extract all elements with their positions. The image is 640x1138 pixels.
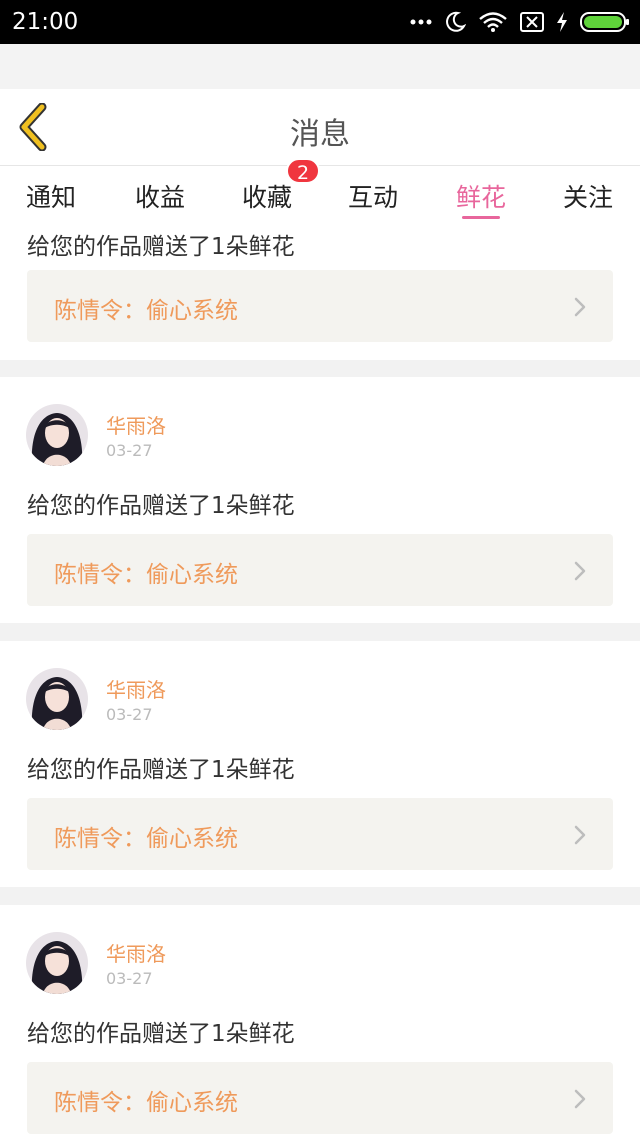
author-name[interactable]: 华雨洛: [106, 674, 166, 703]
chevron-right-icon: [573, 296, 587, 318]
work-title: 陈情令：偷心系统: [54, 298, 238, 324]
tab-earnings[interactable]: 收益: [135, 178, 185, 222]
tab-label: 收益: [135, 183, 186, 212]
message-card: 给您的作品赠送了1朵鲜花 陈情令：偷心系统: [0, 226, 640, 360]
status-icons: [410, 8, 630, 36]
work-link[interactable]: 陈情令：偷心系统: [27, 534, 613, 606]
author-name[interactable]: 华雨洛: [106, 410, 166, 439]
message-text: 给您的作品赠送了1朵鲜花: [27, 1021, 295, 1047]
tab-notifications[interactable]: 通知: [26, 178, 76, 222]
tab-label: 鲜花: [456, 183, 507, 212]
work-link[interactable]: 陈情令：偷心系统: [27, 1062, 613, 1134]
avatar[interactable]: [26, 932, 88, 994]
tab-favorites[interactable]: 收藏: [242, 178, 292, 222]
top-spacer: [0, 44, 640, 89]
message-date: 03-27: [106, 705, 153, 724]
message-date: 03-27: [106, 441, 153, 460]
message-card: 华雨洛 03-27 给您的作品赠送了1朵鲜花 陈情令：偷心系统: [0, 641, 640, 887]
message-card: 华雨洛 03-27 给您的作品赠送了1朵鲜花 陈情令：偷心系统: [0, 905, 640, 1138]
chevron-right-icon: [573, 560, 587, 582]
wifi-icon: [478, 11, 508, 33]
favorites-count-badge: 2: [286, 158, 320, 184]
tab-label: 互动: [348, 183, 399, 212]
work-link[interactable]: 陈情令：偷心系统: [27, 798, 613, 870]
message-text: 给您的作品赠送了1朵鲜花: [27, 757, 295, 783]
tab-following[interactable]: 关注: [563, 178, 613, 222]
no-sim-icon: [520, 12, 544, 32]
moon-icon: [444, 11, 466, 33]
status-time: 21:00: [12, 9, 79, 35]
tab-flowers[interactable]: 鲜花: [456, 178, 506, 222]
tab-label: 关注: [563, 183, 614, 212]
message-date: 03-27: [106, 969, 153, 988]
work-title: 陈情令：偷心系统: [54, 562, 238, 588]
charging-icon: [556, 11, 568, 33]
avatar[interactable]: [26, 668, 88, 730]
message-text: 给您的作品赠送了1朵鲜花: [27, 493, 295, 519]
message-card: 华雨洛 03-27 给您的作品赠送了1朵鲜花 陈情令：偷心系统: [0, 377, 640, 623]
tab-label: 收藏: [242, 183, 293, 212]
active-tab-indicator: [462, 216, 501, 219]
author-name[interactable]: 华雨洛: [106, 938, 166, 967]
chevron-right-icon: [573, 1088, 587, 1110]
battery-icon: [580, 11, 630, 33]
avatar[interactable]: [26, 404, 88, 466]
work-link[interactable]: 陈情令：偷心系统: [27, 270, 613, 342]
category-tabs: 通知 收益 收藏 互动 鲜花 关注: [0, 166, 640, 226]
chevron-right-icon: [573, 824, 587, 846]
page-title: 消息: [290, 117, 350, 152]
message-list[interactable]: 给您的作品赠送了1朵鲜花 陈情令：偷心系统 华雨洛 03-27 给您的作品赠送了…: [0, 226, 640, 1138]
work-title: 陈情令：偷心系统: [54, 826, 238, 852]
tab-label: 通知: [26, 183, 77, 212]
message-text: 给您的作品赠送了1朵鲜花: [27, 234, 295, 260]
status-bar: 21:00: [0, 0, 640, 44]
work-title: 陈情令：偷心系统: [54, 1090, 238, 1116]
tab-interactions[interactable]: 互动: [348, 178, 398, 222]
more-dots-icon: [410, 18, 432, 26]
nav-header: 消息: [0, 89, 640, 166]
